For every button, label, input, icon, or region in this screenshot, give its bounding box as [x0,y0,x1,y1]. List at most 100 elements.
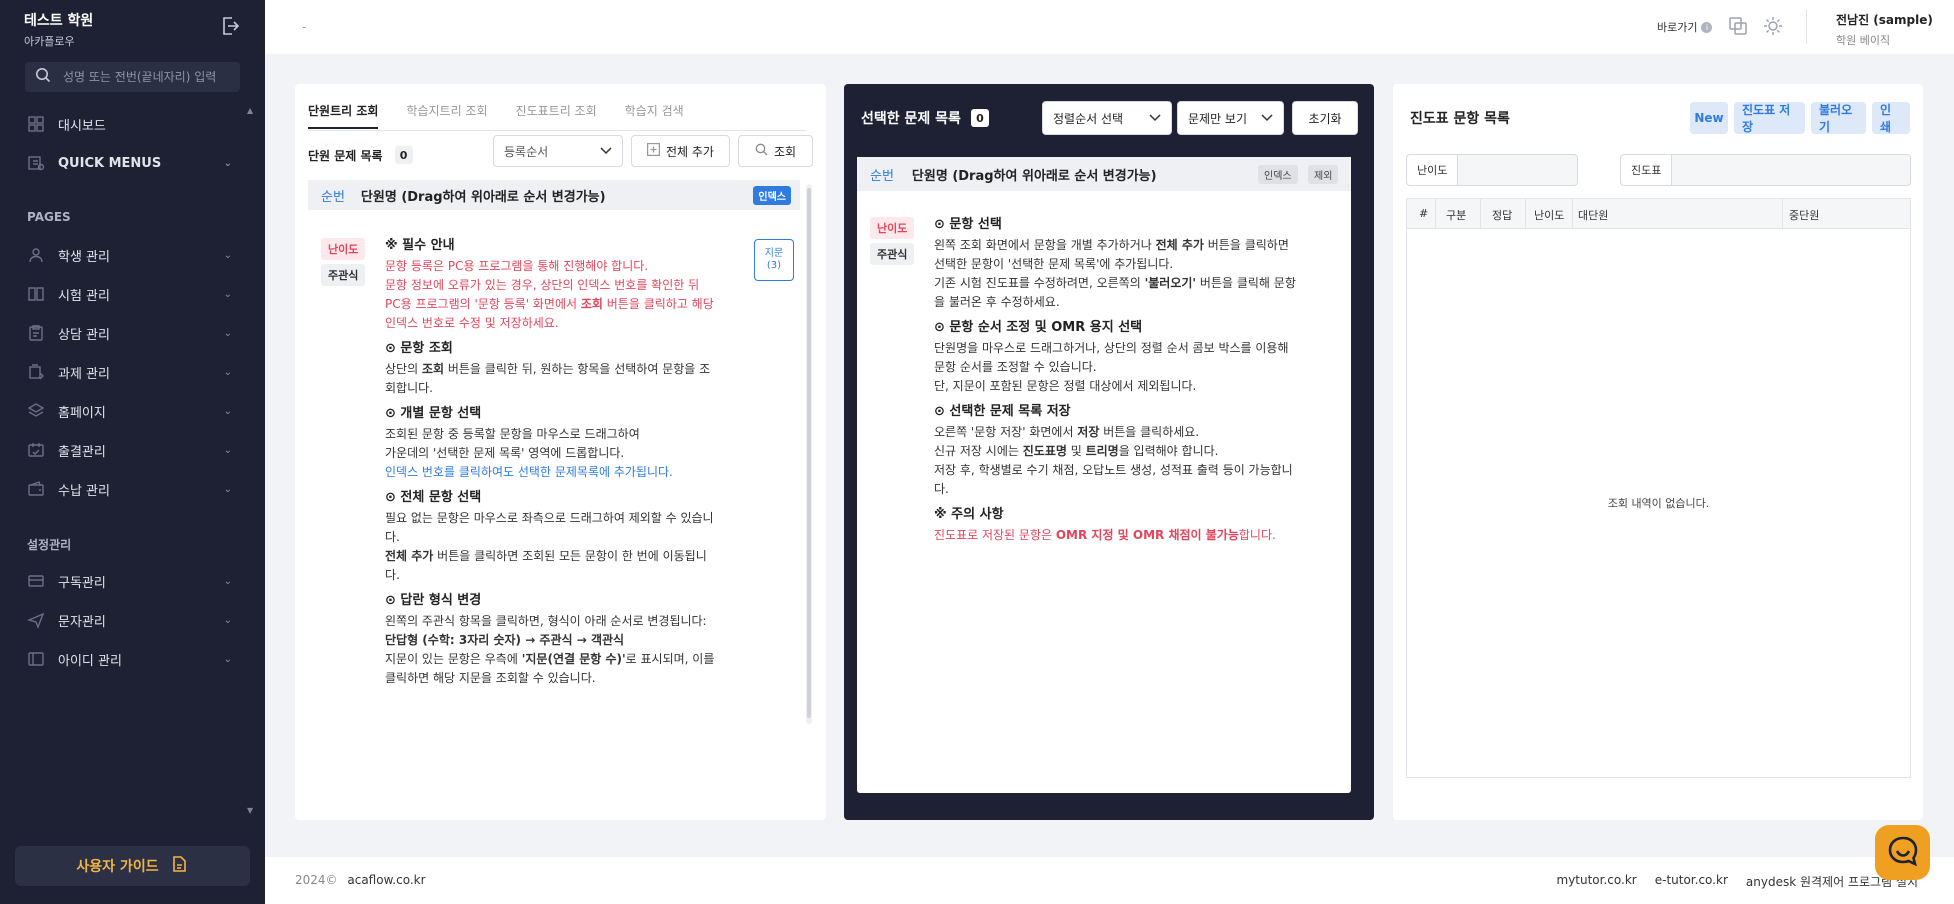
guide-line: 다. [385,568,400,582]
chevron-down-icon: ⌄ [223,614,232,626]
tab-worksheet-search[interactable]: 학습지 검색 [625,102,684,129]
task-icon [26,363,46,381]
tab-progress-tree[interactable]: 진도표트리 조회 [516,102,597,129]
guide-heading-required: ※ 필수 안내 [385,238,455,253]
view-mode-select[interactable]: 문제만 보기 [1177,101,1284,135]
selected-list-card: 순번 단원명 (Drag하여 위아래로 순서 변경가능) 인덱스 제외 난이도 … [857,157,1351,793]
copyright-site[interactable]: acaflow.co.kr [347,873,425,887]
search-button[interactable]: 조회 [738,135,813,167]
question-type-toggle[interactable]: 주관식 [321,264,366,286]
tab-unit-tree[interactable]: 단원트리 조회 [308,102,379,129]
progress-filter-label: 진도표 [1621,155,1673,185]
menu-account[interactable]: 아이디 관리 ⌄ [26,646,232,672]
menu-quick[interactable]: QUICK MENUS ⌄ [26,150,232,176]
passage-label: 지문 [764,248,784,259]
footer-link-mytutor[interactable]: mytutor.co.kr [1557,873,1637,890]
user-guide-label: 사용자 가이드 [76,859,159,875]
col-divider [1572,199,1573,229]
tab-worksheet-tree[interactable]: 학습지트리 조회 [406,102,487,129]
index-tag[interactable]: 인덱스 [753,186,791,205]
new-button[interactable]: New [1690,102,1728,134]
user-profile[interactable]: 전남진 (sample) 학원 베이직 [1836,11,1933,48]
guide-heading-individual: ⊙ 개별 문항 선택 [385,406,482,421]
exclude-tag[interactable]: 제외 [1308,165,1339,184]
progress-filter[interactable]: 진도표 [1620,154,1911,186]
menu-payment[interactable]: 수납 관리 ⌄ [26,476,232,502]
list-scrollbar[interactable] [806,184,812,724]
menu-dashboard[interactable]: 대시보드 [26,111,232,137]
scroll-down-icon[interactable]: ▼ [247,806,253,815]
copyright: 2024© acaflow.co.kr [295,873,426,887]
shortcut-link[interactable]: 바로가기 i [1657,19,1713,35]
index-tag[interactable]: 인덱스 [1258,165,1298,184]
add-all-button[interactable]: 전체 추가 [631,135,730,167]
passage-button[interactable]: 지문 (3) [754,239,794,281]
menu-sms-label: 문자관리 [58,614,106,630]
menu-homepage[interactable]: 홈페이지 ⌄ [26,398,232,424]
sort-order-select[interactable]: 등록순서 [493,135,623,167]
guide-line: 인덱스 번호로 수정 및 저장하세요. [385,316,559,330]
menu-subscription[interactable]: 구독관리 ⌄ [26,568,232,594]
guide-line: 을 불러온 후 수정하세요. [934,295,1060,309]
document-icon [169,854,189,878]
sidebar: 테스트 학원 아카플로우 ▲ 대시보드 QUICK MENUS ⌄ PAGES … [0,0,265,904]
sun-icon[interactable] [1762,15,1784,37]
guide-line: 기존 시험 진도표를 수정하려면, 오른쪽의 '불러오기' 버튼을 클릭해 문항 [934,276,1296,290]
student-search[interactable] [25,62,240,92]
reset-button[interactable]: 초기화 [1292,101,1358,135]
copy-window-icon[interactable] [1727,15,1749,37]
user-role: 학원 베이직 [1836,34,1891,47]
menu-sms[interactable]: 문자관리 ⌄ [26,607,232,633]
guide-heading-select: ⊙ 문항 선택 [934,217,1002,232]
brand: 테스트 학원 아카플로우 [24,10,93,49]
guide-line: 다. [934,482,949,496]
user-guide-button[interactable]: 사용자 가이드 [15,846,250,886]
difficulty-filter[interactable]: 난이도 [1406,154,1578,186]
scrollbar-thumb[interactable] [807,188,811,718]
scroll-up-icon[interactable]: ▲ [247,106,253,115]
search-input[interactable] [63,70,223,84]
sort-order-select[interactable]: 정렬순서 선택 [1042,101,1172,135]
question-type-toggle[interactable]: 주관식 [870,243,915,265]
guide-line: 클릭하면 해당 지문을 조회할 수 있습니다. [385,671,596,685]
selected-list-title: 선택한 문제 목록 0 [861,108,989,128]
guide-line: PC용 프로그램의 '문항 등록' 화면에서 조회 버튼을 클릭하고 해당 [385,297,714,311]
menu-student[interactable]: 학생 관리 ⌄ [26,242,232,268]
tree-tabs: 단원트리 조회 학습지트리 조회 진도표트리 조회 학습지 검색 [308,102,684,129]
menu-exam[interactable]: 시험 관리 ⌄ [26,281,232,307]
guide-heading-query: ⊙ 문항 조회 [385,341,453,356]
menu-student-label: 학생 관리 [58,249,110,265]
chat-button[interactable] [1875,825,1930,880]
guide-line: 문항 정보에 오류가 있는 경우, 상단의 인덱스 번호를 확인한 뒤 [385,278,700,292]
menu-task[interactable]: 과제 관리 ⌄ [26,359,232,385]
print-button[interactable]: 인쇄 [1872,102,1910,134]
card-icon [26,572,46,590]
guide-line: 상단의 조회 버튼을 클릭한 뒤, 원하는 항목을 선택하여 문항을 조 [385,362,711,376]
load-button[interactable]: 불러오기 [1811,102,1866,134]
view-mode-value: 문제만 보기 [1188,111,1248,126]
guide-line: 왼쪽 조회 화면에서 문항을 개별 추가하거나 전체 추가 버튼을 클릭하면 [934,238,1289,252]
empty-message: 조회 내역이 없습니다. [1607,497,1710,510]
col-divider [1782,199,1783,229]
guide-line: 조회된 문항 중 등록할 문항을 마우스로 드래그하여 [385,427,640,441]
col-difficulty: 난이도 [1534,209,1565,222]
menu-attendance[interactable]: 출결관리 ⌄ [26,437,232,463]
question-search-panel: 단원트리 조회 학습지트리 조회 진도표트리 조회 학습지 검색 단원 문제 목… [295,84,826,820]
grid-header: # 구분 정답 난이도 대단원 중단원 [1407,199,1910,229]
guide-line: 필요 없는 문항은 마우스로 좌측으로 드래그하여 제외할 수 있습니 [385,511,714,525]
guide-line: 가운데의 '선택한 문제 목록' 영역에 드롭합니다. [385,446,625,460]
guide-line: 신규 저장 시에는 진도표명 및 트리명을 입력해야 합니다. [934,444,1219,458]
chevron-down-icon: ⌄ [223,327,232,339]
col-sequence: 순번 [870,168,894,184]
save-progress-button[interactable]: 진도표 저장 [1734,102,1805,134]
footer-link-etutor[interactable]: e-tutor.co.kr [1655,873,1728,890]
guide-line: 다. [385,530,400,544]
menu-counsel[interactable]: 상담 관리 ⌄ [26,320,232,346]
guide-line: 전체 추가 버튼을 클릭하면 조회된 모든 문항이 한 번에 이동됩니 [385,549,707,563]
unit-list-header: 순번 단원명 (Drag하여 위아래로 순서 변경가능) 인덱스 [308,180,800,210]
question-count-badge: 0 [394,146,413,164]
logout-icon[interactable] [218,14,242,38]
progress-grid: # 구분 정답 난이도 대단원 중단원 조회 내역이 없습니다. [1406,198,1911,778]
progress-table-panel: 진도표 문항 목록 New 진도표 저장 불러오기 인쇄 난이도 진도표 # 구… [1393,84,1923,820]
chevron-down-icon: ⌄ [223,405,232,417]
